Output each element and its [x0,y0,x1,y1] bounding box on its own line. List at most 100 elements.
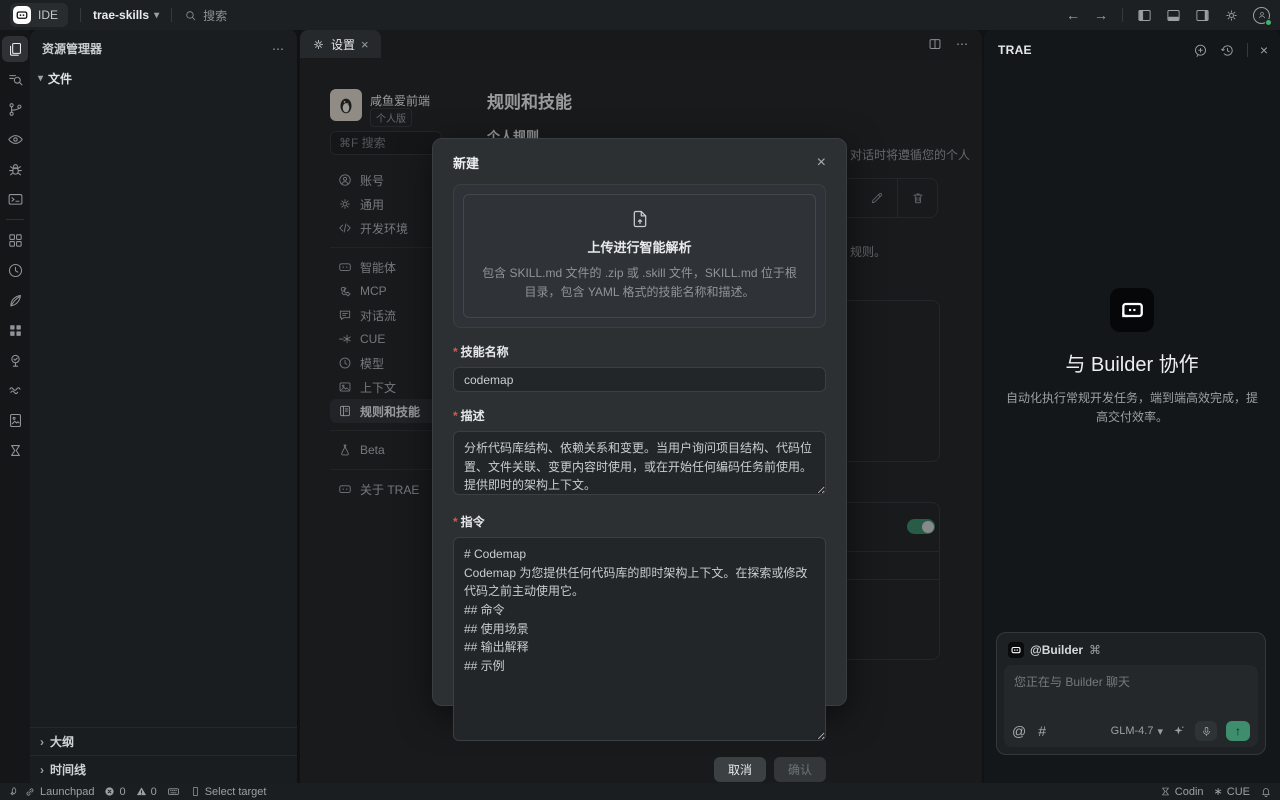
builder-description: 自动化执行常规开发任务，端到端高效完成，提高交付效率。 [1006,389,1258,427]
activity-grid-icon[interactable] [2,317,28,343]
outline-label: 大纲 [50,733,74,750]
problems-warnings[interactable]: 0 [136,786,157,798]
confirm-button[interactable]: 确认 [774,757,826,782]
toggle-right-panel-button[interactable] [1195,8,1210,23]
explorer-more-button[interactable]: ⋯ [272,42,285,56]
explorer-files-section[interactable]: ▾ 文件 [30,65,297,92]
nav-forward-button[interactable]: → [1094,7,1108,23]
activity-terminal-icon[interactable] [2,186,28,212]
hourglass-icon [1160,786,1171,797]
timeline-section[interactable]: › 时间线 [30,755,297,783]
upload-description: 包含 SKILL.md 文件的 .zip 或 .skill 文件，SKILL.m… [478,264,801,301]
send-button[interactable]: ↑ [1226,721,1250,741]
error-icon [104,786,115,797]
tab-close-button[interactable]: × [361,37,369,52]
warning-icon [136,786,147,797]
activity-performance-icon[interactable] [2,257,28,283]
description-textarea[interactable]: 分析代码库结构、依赖关系和变更。当用户询问项目结构、代码位置、文件关联、变更内容… [453,431,826,495]
trae-logo-icon [1008,642,1024,658]
user-avatar[interactable] [1253,7,1270,24]
upload-dropzone[interactable]: 上传进行智能解析 包含 SKILL.md 文件的 .zip 或 .skill 文… [453,184,826,328]
new-skill-modal: 新建 × 上传进行智能解析 包含 SKILL.md 文件的 .zip 或 .sk… [432,138,847,706]
activity-bar-separator [6,219,24,220]
mention-button[interactable]: @ [1012,723,1026,739]
sparkle-icon[interactable] [1172,724,1186,738]
close-panel-button[interactable]: × [1260,42,1268,58]
rocket-icon [8,786,20,798]
bell-icon[interactable] [1260,786,1272,798]
activity-explorer-icon[interactable] [2,36,28,62]
agent-name: @Builder [1030,643,1083,657]
nav-back-button[interactable]: ← [1066,7,1080,23]
problems-errors[interactable]: 0 [104,786,125,798]
activity-feather-icon[interactable] [2,287,28,313]
skill-name-input[interactable] [453,367,826,392]
activity-source-control-icon[interactable] [2,96,28,122]
chat-composer: @Builder ⌘ @ # GLM-4.7 ▾ [996,632,1266,755]
cancel-button[interactable]: 取消 [714,757,766,782]
activity-approvals-icon[interactable] [2,347,28,373]
gear-icon [312,38,325,51]
split-editor-button[interactable] [928,37,942,51]
activity-debug-icon[interactable] [2,156,28,182]
builder-hero: 与 Builder 协作 自动化执行常规开发任务，端到端高效完成，提高交付效率。 [984,288,1280,427]
select-target-label: Select target [205,786,267,798]
app-logo-pill[interactable]: IDE [10,3,68,27]
toggle-left-panel-button[interactable] [1137,8,1152,23]
trae-logo-icon [13,6,31,24]
skill-name-label: 技能名称 [461,343,509,360]
status-bar: Launchpad 0 0 Select target Codin ∗ CUE [0,783,1280,800]
trae-chat-panel: TRAE × 与 Builder 协作 自动化执行常规开发任务，端到端高效完成，… [984,30,1280,783]
tab-label: 设置 [331,36,355,53]
settings-gear-icon[interactable] [1224,8,1239,23]
chevron-down-icon: ▾ [1157,725,1163,738]
builder-logo-icon [1110,288,1154,332]
explorer-panel: 资源管理器 ⋯ ▾ 文件 › 大纲 › 时间线 [30,30,298,783]
activity-preview-icon[interactable] [2,126,28,152]
activity-search-icon[interactable] [2,66,28,92]
device-icon [190,786,201,797]
keyboard-icon[interactable] [167,785,180,798]
cue-status-button[interactable]: ∗ CUE [1214,785,1250,798]
editor-more-button[interactable]: ⋯ [956,37,968,51]
launchpad-label: Launchpad [40,786,94,798]
description-label: 描述 [461,407,485,424]
history-icon[interactable] [1220,43,1235,58]
file-upload-icon [478,209,801,229]
cue-label: CUE [1227,786,1250,798]
activity-bar [0,30,30,783]
modal-close-button[interactable]: × [817,155,826,171]
files-section-label: 文件 [48,70,72,87]
codin-label: Codin [1175,786,1204,798]
required-asterisk: * [453,515,458,529]
tab-settings[interactable]: 设置 × [300,30,381,58]
activity-doc-image-icon[interactable] [2,407,28,433]
select-target-button[interactable]: Select target [190,786,267,798]
codin-button[interactable]: Codin [1160,786,1204,798]
person-icon [1257,10,1267,20]
instructions-textarea[interactable]: # Codemap Codemap 为您提供任何代码库的即时架构上下文。在探索或… [453,537,826,741]
mic-button[interactable] [1195,721,1217,741]
upload-title: 上传进行智能解析 [478,237,801,256]
project-switcher[interactable]: trae-skills ▾ [93,8,159,22]
model-selector[interactable]: GLM-4.7 ▾ [1111,725,1163,738]
warning-count: 0 [151,786,157,798]
toggle-bottom-panel-button[interactable] [1166,8,1181,23]
global-search[interactable]: 搜索 [184,7,227,24]
online-status-dot [1265,19,1272,26]
chat-input[interactable] [1014,673,1248,713]
activity-extensions-icon[interactable] [2,227,28,253]
new-chat-icon[interactable] [1193,43,1208,58]
agent-selector[interactable]: @Builder ⌘ [1004,640,1258,665]
context-hash-button[interactable]: # [1038,723,1046,739]
chevron-right-icon: › [40,735,44,749]
titlebar-divider-3 [1122,8,1123,22]
launchpad-button[interactable]: Launchpad [8,786,94,798]
titlebar: IDE trae-skills ▾ 搜索 ← → [0,0,1280,30]
outline-section[interactable]: › 大纲 [30,727,297,755]
activity-waves-icon[interactable] [2,377,28,403]
activity-hourglass-icon[interactable] [2,437,28,463]
chevron-down-icon: ▾ [154,10,159,21]
link-icon [24,786,36,798]
required-asterisk: * [453,345,458,359]
